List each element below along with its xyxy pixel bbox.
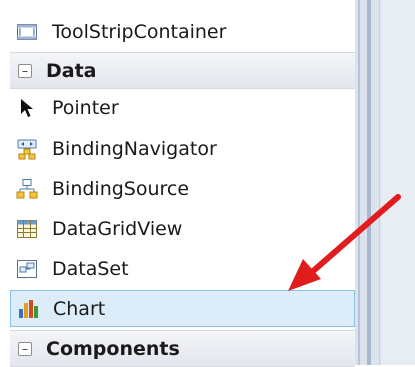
toolbox-item-bindingsource[interactable]: BindingSource	[10, 170, 355, 207]
toolbox-item-label: BindingNavigator	[52, 137, 217, 160]
datagridview-icon	[16, 218, 38, 240]
collapse-icon[interactable]: –	[18, 63, 32, 78]
toolbox-item-bindingnavigator[interactable]: BindingNavigator	[10, 130, 355, 167]
toolbox-panel: ToolStripContainer – Data Pointer Bindin…	[0, 0, 355, 367]
category-header-data[interactable]: – Data	[10, 52, 355, 89]
toolbox-item-label: Pointer	[52, 96, 119, 119]
dataset-icon	[16, 258, 38, 280]
category-label: Data	[46, 59, 97, 82]
toolbox-item-label: ToolStripContainer	[52, 20, 227, 43]
toolbox-item-label: Chart	[53, 297, 106, 320]
category-label: Components	[46, 337, 180, 360]
toolbox-item-dataset[interactable]: DataSet	[10, 250, 355, 287]
toolbox-item-label: DataSet	[52, 257, 129, 280]
window-frame-edge	[355, 0, 415, 365]
toolbox-item-toolstripcontainer[interactable]: ToolStripContainer	[10, 13, 355, 50]
collapse-icon[interactable]: –	[18, 341, 32, 356]
toolbox-item-datagridview[interactable]: DataGridView	[10, 210, 355, 247]
toolbox-item-label: BindingSource	[52, 177, 190, 200]
toolbox-item-label: DataGridView	[52, 217, 183, 240]
pointer-icon	[16, 97, 38, 119]
binding-navigator-icon	[16, 138, 38, 160]
toolstrip-container-icon	[16, 21, 38, 43]
binding-source-icon	[16, 178, 38, 200]
category-header-components[interactable]: – Components	[10, 330, 355, 367]
toolbox-item-pointer[interactable]: Pointer	[10, 89, 355, 126]
chart-icon	[17, 298, 39, 320]
toolbox-item-chart[interactable]: Chart	[10, 290, 355, 327]
